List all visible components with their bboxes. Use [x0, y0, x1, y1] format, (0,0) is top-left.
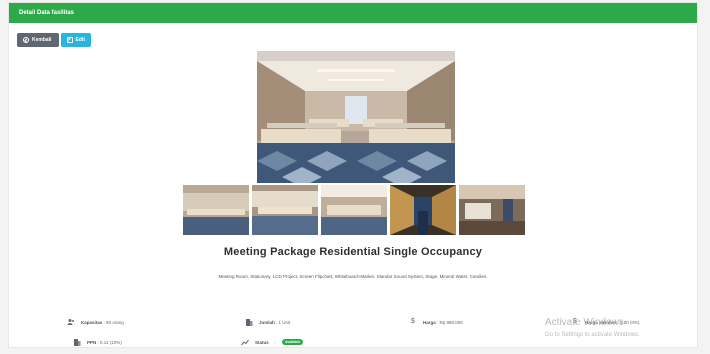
tax-info: PPN : 0.11 (10%) [73, 338, 122, 346]
users-icon [67, 318, 75, 326]
detail-panel: Detail Data fasilitas Kembali Edit Meeti… [8, 2, 698, 348]
tax-label: PPN [87, 339, 97, 345]
panel-header: Detail Data fasilitas [9, 3, 697, 23]
activate-windows-watermark: Activate Windows Go to Settings to activ… [545, 317, 640, 338]
capacity-info: Kapasitas : 50 orang [67, 318, 124, 326]
building-icon [245, 318, 253, 326]
thumbnail-2[interactable] [252, 185, 318, 235]
thumbnail-4[interactable] [390, 185, 456, 235]
quantity-value: : 1 Unit [276, 319, 291, 325]
back-button-label: Kembali [32, 37, 52, 43]
quantity-info: Jumlah : 1 Unit [245, 318, 290, 326]
price-info: $ Harga : Rp 980,000 [409, 318, 463, 326]
capacity-label: Kapasitas [81, 319, 103, 325]
building-icon [73, 338, 81, 346]
photo-thumbnails [183, 185, 529, 235]
thumbnail-5[interactable] [459, 185, 525, 235]
facility-description: Meeting Room, Stationary, LCD Project, S… [218, 274, 488, 279]
facility-title: Meeting Package Residential Single Occup… [223, 246, 483, 258]
back-button[interactable]: Kembali [17, 33, 59, 47]
main-facility-photo [257, 51, 455, 183]
thumbnail-1[interactable] [183, 185, 249, 235]
edit-button[interactable]: Edit [61, 33, 91, 47]
capacity-value: : 50 orang [103, 319, 124, 325]
status-separator: : [274, 339, 277, 345]
watermark-line-2: Go to Settings to activate Windows. [545, 332, 640, 338]
watermark-line-1: Activate Windows [545, 317, 624, 328]
price-value: : Rp 980,000 [437, 319, 463, 325]
dollar-icon: $ [411, 318, 415, 325]
chart-line-icon [241, 338, 249, 346]
status-label: Status [255, 339, 269, 345]
status-info: Status : Available [241, 338, 304, 346]
edit-button-label: Edit [75, 37, 85, 43]
back-arrow-icon [23, 37, 29, 43]
panel-title: Detail Data fasilitas [19, 10, 75, 16]
edit-icon [67, 37, 73, 43]
price-label: Harga [423, 319, 436, 325]
quantity-label: Jumlah [259, 319, 275, 325]
status-badge: Available [282, 339, 304, 345]
thumbnail-3[interactable] [321, 185, 387, 235]
tax-value: : 0.11 (10%) [97, 339, 122, 345]
